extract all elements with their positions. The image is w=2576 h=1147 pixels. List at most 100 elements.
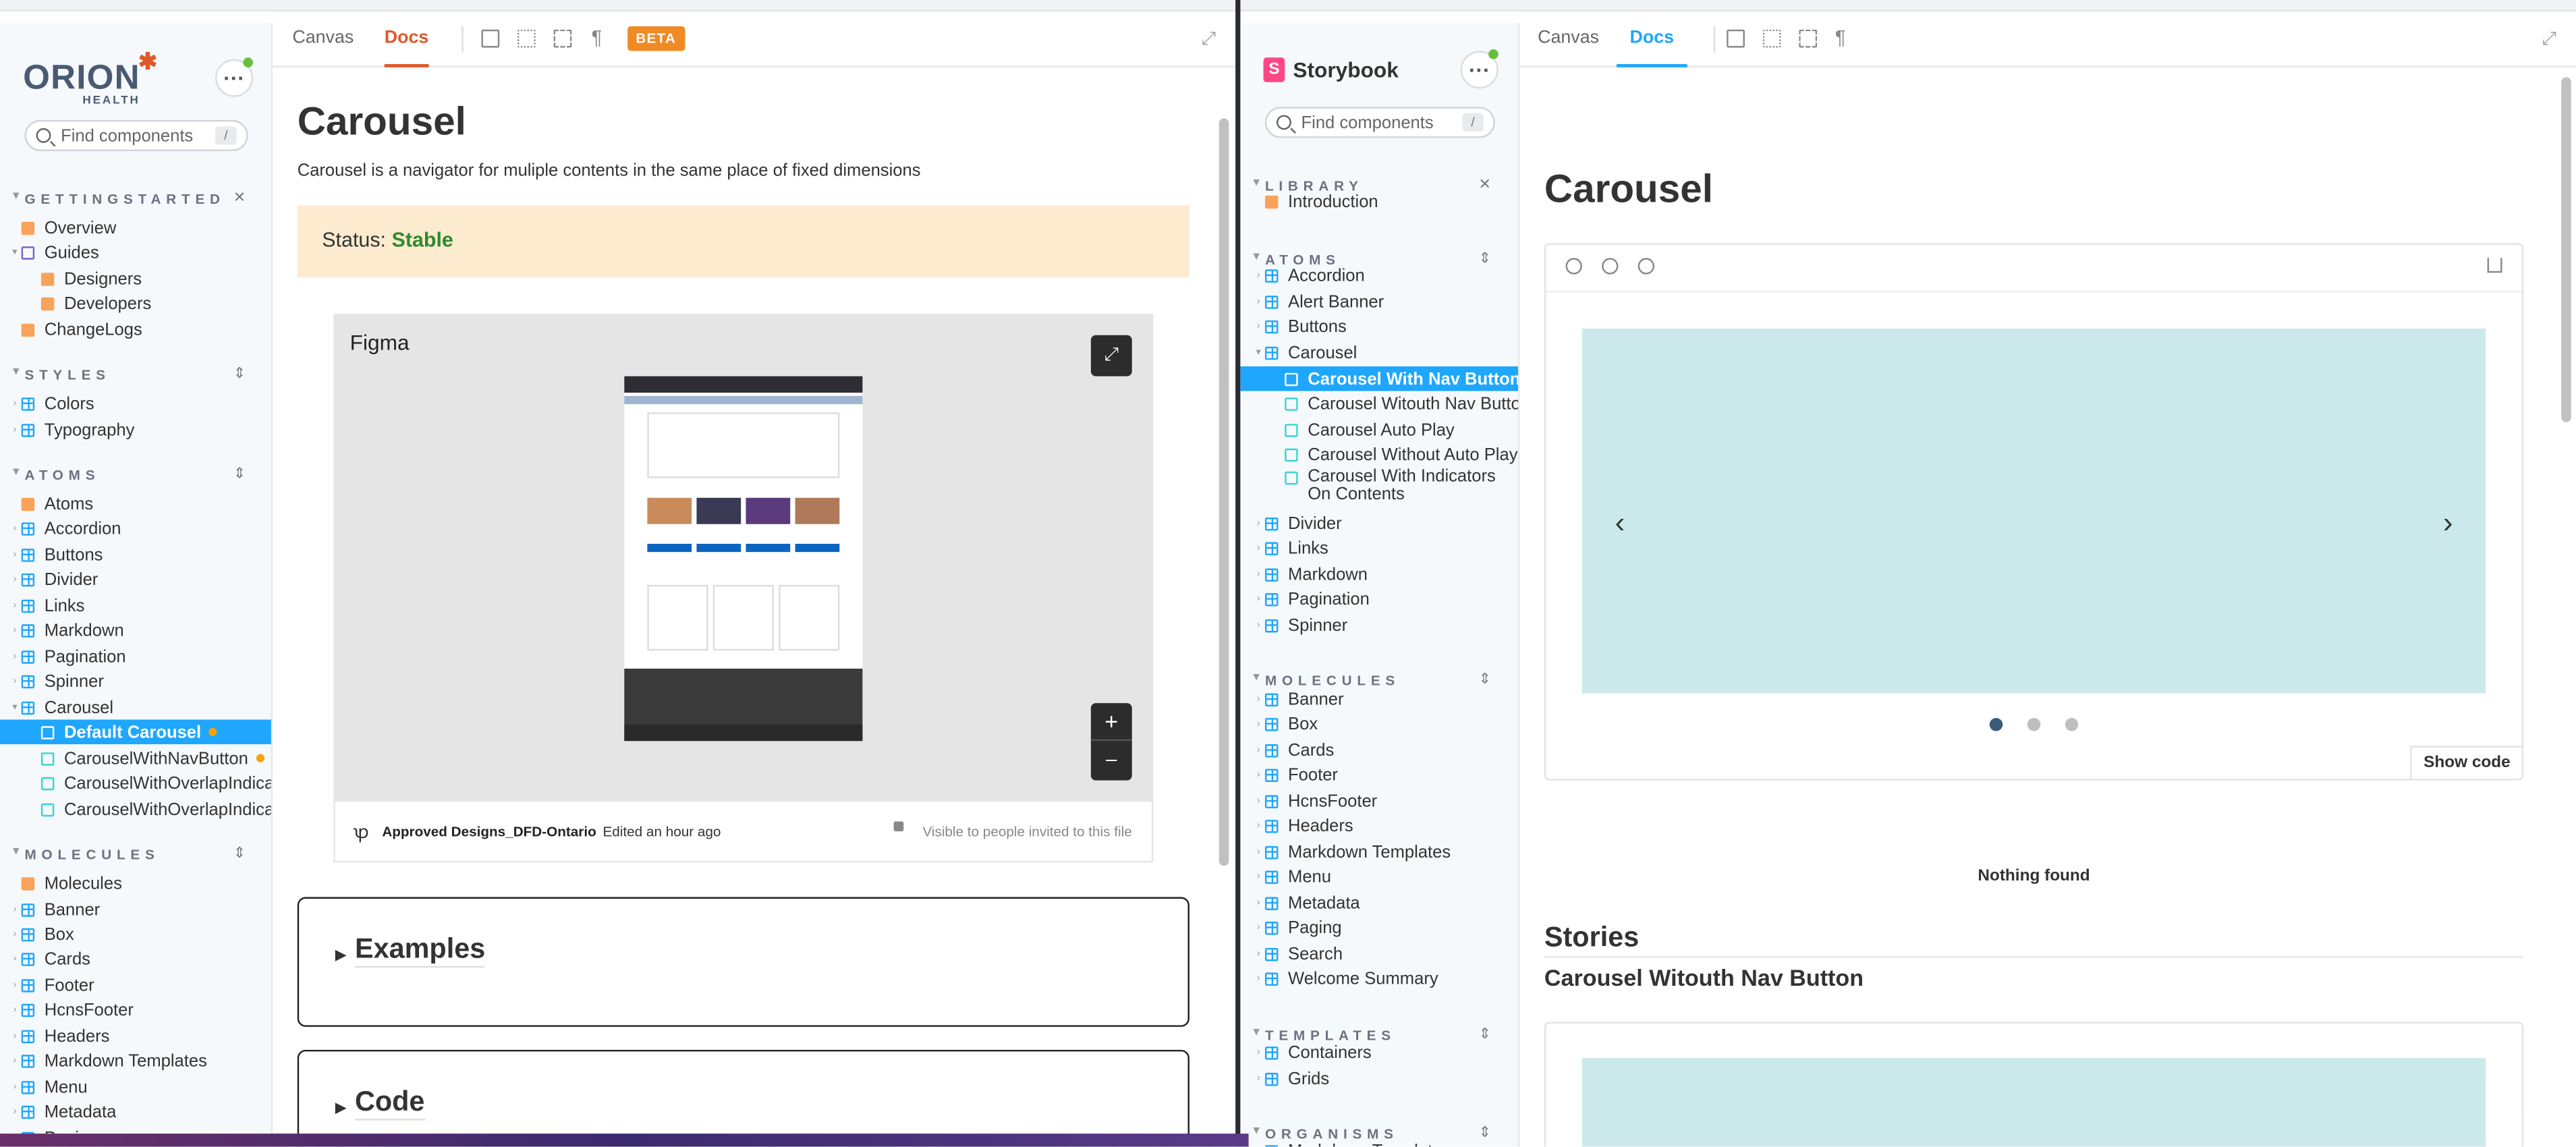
grid-icon[interactable] [1762,29,1781,48]
sidebar-item-markdown[interactable]: › Markdown [8,618,271,643]
tab-docs[interactable]: Docs [1617,11,1687,67]
expand-collapse-all-icon[interactable]: ⇕ [233,365,246,383]
section-header-styles[interactable]: ▾ STYLES [13,366,111,383]
sidebar-item-headers[interactable]: › Headers [1252,813,1517,838]
sidebar-item-overview[interactable]: Overview [8,215,271,240]
section-header-molecules[interactable]: ▾ MOLECULES [1254,672,1400,688]
sidebar-item-default-carousel[interactable]: Default Carousel [0,719,271,745]
carousel-dot-3[interactable] [2065,718,2079,731]
carousel-dot-2[interactable] [2027,718,2041,731]
code-section[interactable]: ▶ Code [297,1049,1189,1147]
fullscreen-icon[interactable]: ⤢ [1201,30,1215,51]
sidebar-item-markdown[interactable]: › Markdown [1252,562,1517,587]
paragraph-icon[interactable]: ¶ [1835,26,1846,49]
sidebar-item-markdown-templates[interactable]: ›Markdown Templates [1252,839,1517,864]
tab-canvas[interactable]: Canvas [292,11,354,67]
expand-collapse-all-icon[interactable]: ⇕ [233,465,246,483]
sidebar-item-pagination[interactable]: › Pagination [1252,586,1517,611]
section-header-atoms[interactable]: ▾ ATOMS [13,467,101,483]
sidebar-item-metadata[interactable]: › Metadata [8,1099,271,1124]
sidebar-item-pagination[interactable]: › Pagination [8,644,271,669]
sidebar-item-carouselwithoverlapindicato[interactable]: CarouselWithOverlapIndicato [28,797,271,822]
sidebar-item-banner[interactable]: › Banner [8,897,271,922]
sidebar-item-banner[interactable]: › Banner [1252,687,1517,712]
zoom-reset-icon[interactable] [1637,258,1655,275]
sidebar-item-markdown-templates[interactable]: ›Markdown Templates [1252,1138,1517,1147]
sidebar-item-footer[interactable]: › Footer [8,973,271,998]
show-code-button[interactable]: Show code [2410,746,2522,779]
examples-section[interactable]: ▶ Examples [297,897,1189,1027]
sidebar-item-designers[interactable]: Designers [28,266,271,291]
section-header-molecules[interactable]: ▾ MOLECULES [13,846,160,862]
sidebar-item-carousel-witouth-nav-button[interactable]: Carousel Witouth Nav Button [1272,391,1518,416]
sidebar-item-introduction[interactable]: Introduction [1252,189,1517,214]
share-icon[interactable] [2487,258,2502,273]
carousel-next-arrow[interactable]: › [2443,507,2453,537]
sidebar-item-developers[interactable]: Developers [28,291,271,316]
sidebar-item-changelogs[interactable]: ChangeLogs [8,317,271,342]
section-header-gettingstarted[interactable]: ▾ GETTINGSTARTED [13,190,225,206]
sidebar-item-spinner[interactable]: › Spinner [8,669,271,694]
carousel-dot-1[interactable] [1989,718,2003,731]
sidebar-item-divider[interactable]: › Divider [1252,511,1517,536]
search-input[interactable]: Find components / [1264,107,1495,138]
expand-collapse-all-icon[interactable]: ✕ [233,189,246,207]
sidebar-item-molecules[interactable]: Molecules [8,871,271,896]
sidebar-item-colors[interactable]: › Colors [8,391,271,416]
sidebar-item-metadata[interactable]: › Metadata [1252,891,1517,916]
zoom-out-button[interactable]: – [1091,741,1132,779]
sidebar-item-box[interactable]: › Box [1252,711,1517,736]
sidebar-item-grids[interactable]: › Grids [1252,1066,1517,1091]
paragraph-icon[interactable]: ¶ [592,26,603,49]
sidebar-item-divider[interactable]: › Divider [8,567,271,592]
sidebar-item-carousel[interactable]: ▾ Carousel [1252,340,1517,365]
figma-expand-button[interactable]: ⤢ [1090,335,1132,376]
image-icon[interactable] [1727,29,1745,48]
sidebar-item-alert-banner[interactable]: › Alert Banner [1252,289,1517,314]
sidebar-item-buttons[interactable]: › Buttons [1252,314,1517,339]
sidebar-item-carousel-without-auto-play[interactable]: Carousel Without Auto Play [1272,442,1518,467]
sidebar-item-cards[interactable]: › Cards [8,947,271,972]
sidebar-item-links[interactable]: › Links [1252,536,1517,561]
tab-canvas[interactable]: Canvas [1538,11,1599,67]
sidebar-item-atoms[interactable]: Atoms [8,491,271,516]
sidebar-item-hcnsfooter[interactable]: › HcnsFooter [1252,789,1517,814]
sidebar-item-headers[interactable]: › Headers [8,1024,271,1048]
sidebar-item-accordion[interactable]: › Accordion [8,516,271,541]
outline-icon[interactable] [553,29,572,48]
sidebar-item-accordion[interactable]: › Accordion [1252,263,1517,288]
expand-collapse-all-icon[interactable]: ⇕ [233,845,246,863]
sidebar-item-footer[interactable]: › Footer [1252,762,1517,787]
sidebar-item-search[interactable]: › Search [1252,941,1517,966]
sidebar-item-menu[interactable]: › Menu [8,1074,271,1099]
zoom-in-icon[interactable] [1565,258,1582,275]
sidebar-item-buttons[interactable]: › Buttons [8,542,271,567]
sidebar-item-carouselwithnavbutton[interactable]: CarouselWithNavButton [28,746,271,771]
tab-docs[interactable]: Docs [384,11,429,67]
sidebar-item-cards[interactable]: › Cards [1252,737,1517,762]
sidebar-item-spinner[interactable]: › Spinner [1252,613,1517,638]
sidebar-item-markdown-templates[interactable]: ›Markdown Templates [8,1048,271,1073]
zoom-out-icon[interactable] [1602,258,1619,275]
sidebar-item-welcome-summary[interactable]: › Welcome Summary [1252,966,1517,991]
sidebar-item-typography[interactable]: › Typography [8,417,271,442]
right-scrollbar[interactable] [2561,77,2571,422]
image-icon[interactable] [481,29,500,48]
grid-icon[interactable] [517,29,536,48]
sidebar-item-carousel[interactable]: ▾ Carousel [8,695,271,720]
sidebar-item-containers[interactable]: › Containers [1252,1040,1517,1065]
expand-collapse-all-icon[interactable]: ⇕ [1479,670,1491,688]
carousel-prev-arrow[interactable]: ‹ [1615,507,1625,537]
sidebar-item-menu[interactable]: › Menu [1252,864,1517,889]
fullscreen-icon[interactable]: ⤢ [2542,30,2556,51]
sidebar-item-paging[interactable]: › Paging [1252,915,1517,940]
sidebar-menu-button[interactable]: ··· [1460,49,1499,89]
sidebar-item-links[interactable]: › Links [8,593,271,618]
sidebar-item-carousel-with-indicators-on-contents[interactable]: Carousel With Indicators On Contents [1272,468,1518,507]
sidebar-item-carousel-auto-play[interactable]: Carousel Auto Play [1272,417,1518,442]
zoom-in-button[interactable]: + [1090,703,1132,742]
sidebar-item-hcnsfooter[interactable]: › HcnsFooter [8,997,271,1022]
search-input[interactable]: Find components / [24,119,248,152]
sidebar-item-carouselwithoverlapindicato[interactable]: CarouselWithOverlapIndicato [28,771,271,795]
sidebar-item-carousel-with-nav-button[interactable]: Carousel With Nav Button [1240,366,1518,391]
